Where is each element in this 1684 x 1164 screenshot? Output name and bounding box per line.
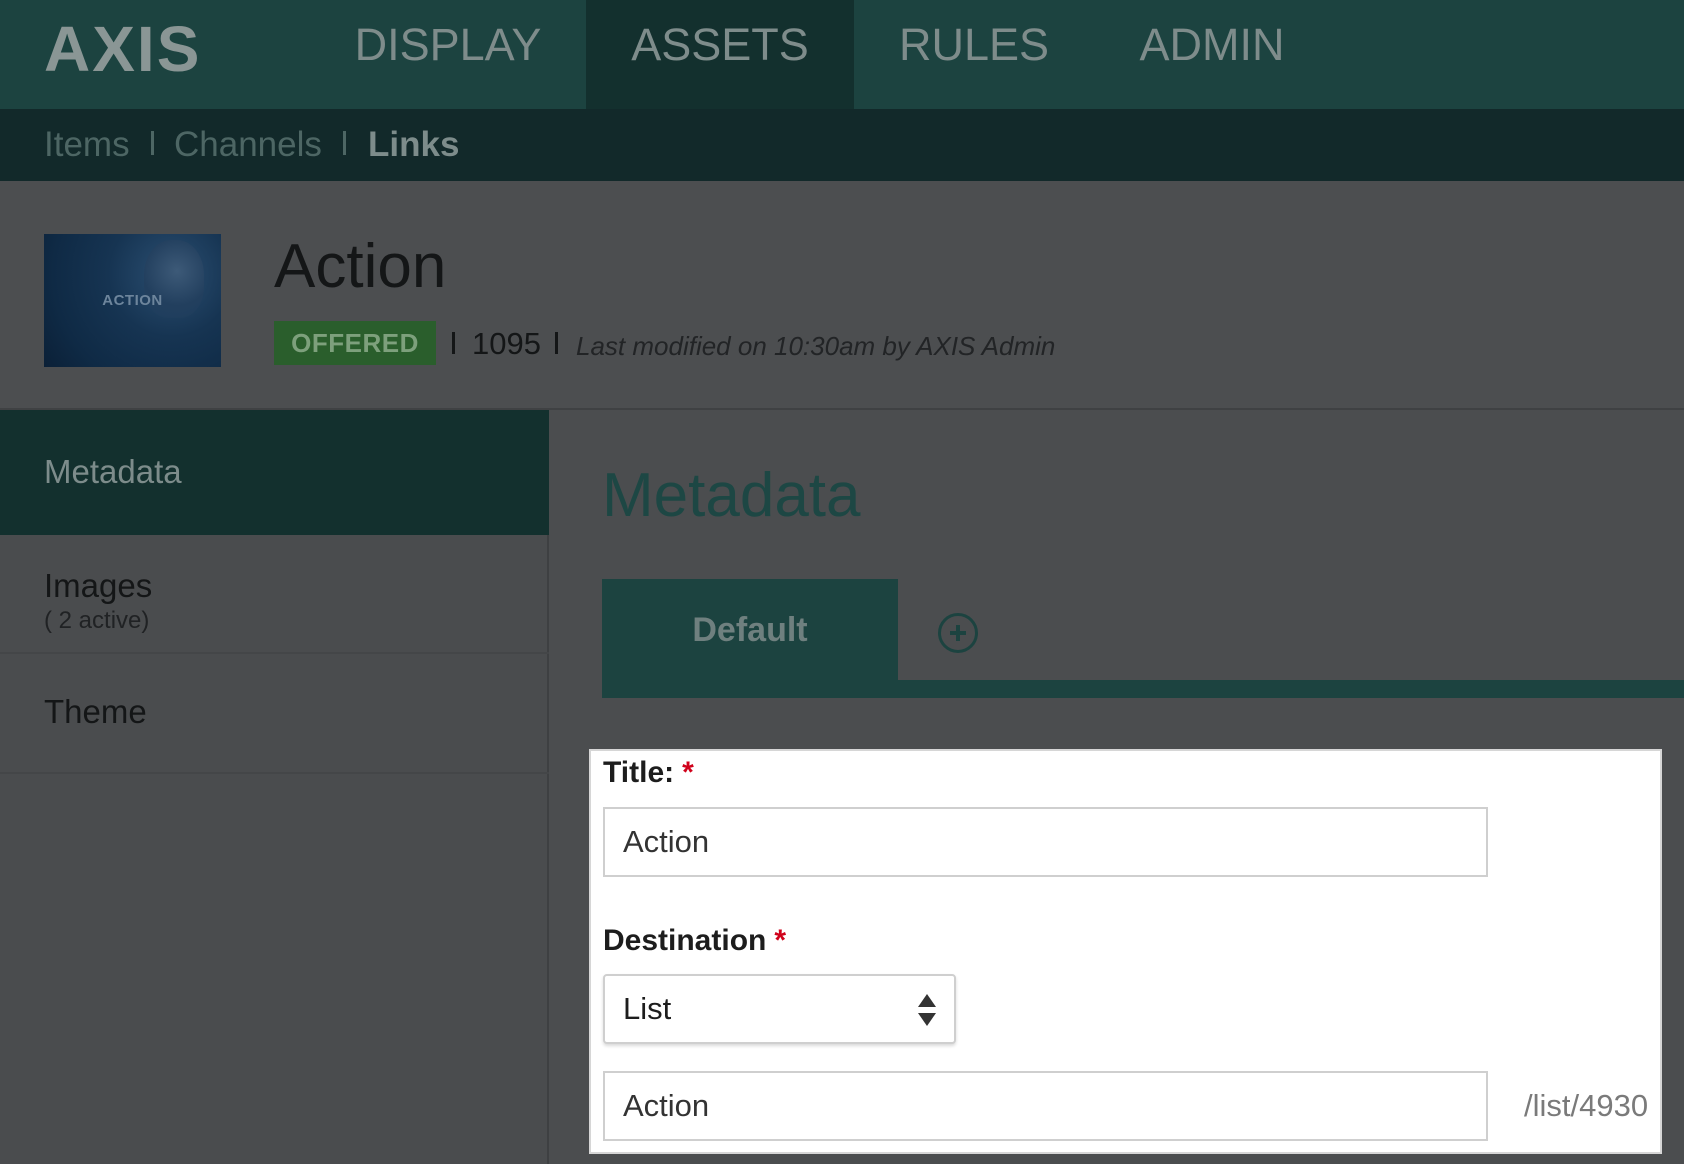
sidebar-item-theme[interactable]: Theme <box>0 654 549 774</box>
meta-separator <box>555 332 558 354</box>
add-tab-icon[interactable] <box>938 613 978 653</box>
up-down-arrows-icon <box>918 994 936 1026</box>
nav-admin[interactable]: ADMIN <box>1092 0 1332 109</box>
title-input[interactable] <box>603 807 1488 877</box>
destination-label-text: Destination <box>603 924 767 957</box>
title-field-label: Title: * <box>603 755 694 791</box>
destination-path: /list/4930 <box>1524 1088 1649 1123</box>
nav-display[interactable]: DISPLAY <box>312 0 584 109</box>
thumbnail-label: ACTION <box>102 292 163 309</box>
nav-rules[interactable]: RULES <box>856 0 1092 109</box>
title-label-text: Title: <box>603 756 675 789</box>
sidebar-item-count: ( 2 active) <box>44 607 150 634</box>
sidebar-item-label: Theme <box>44 693 147 730</box>
subnav-channels[interactable]: Channels <box>174 109 322 181</box>
sidebar-item-label: Images <box>44 567 153 604</box>
destination-value-input[interactable] <box>603 1071 1488 1141</box>
asset-id: 1095 <box>472 326 541 361</box>
destination-field-label: Destination * <box>603 923 786 959</box>
required-indicator: * <box>774 924 787 957</box>
metadata-form: Title:* Destination* List /list/4930 <box>589 749 1662 1154</box>
meta-separator <box>452 332 455 354</box>
page-title: Action <box>274 232 447 301</box>
asset-header: ACTION Action OFFERED 1095 Last modified… <box>0 181 1684 410</box>
sub-navigation: Items Channels Links <box>0 109 1684 181</box>
last-modified-text: Last modified on 10:30am by AXIS Admin <box>576 331 1056 361</box>
tab-underline <box>602 680 1684 698</box>
subnav-items[interactable]: Items <box>44 109 130 181</box>
tab-default[interactable]: Default <box>602 579 898 681</box>
asset-thumbnail: ACTION <box>44 234 221 367</box>
nav-assets[interactable]: ASSETS <box>586 0 854 109</box>
subnav-separator <box>343 131 346 155</box>
section-title: Metadata <box>602 461 861 530</box>
status-badge: OFFERED <box>274 321 436 365</box>
subnav-separator <box>151 131 154 155</box>
axis-logo[interactable]: AXIS <box>44 12 201 86</box>
top-navigation: AXIS DISPLAY ASSETS RULES ADMIN <box>0 0 1684 109</box>
destination-select-value: List <box>623 991 672 1026</box>
destination-select[interactable]: List <box>603 974 956 1044</box>
required-indicator: * <box>682 756 694 789</box>
subnav-links[interactable]: Links <box>368 109 459 181</box>
sidebar: Metadata Images ( 2 active) Theme <box>0 410 549 1164</box>
sidebar-item-label: Metadata <box>44 453 182 490</box>
sidebar-item-images[interactable]: Images ( 2 active) <box>0 535 549 654</box>
sidebar-item-metadata[interactable]: Metadata <box>0 410 549 535</box>
